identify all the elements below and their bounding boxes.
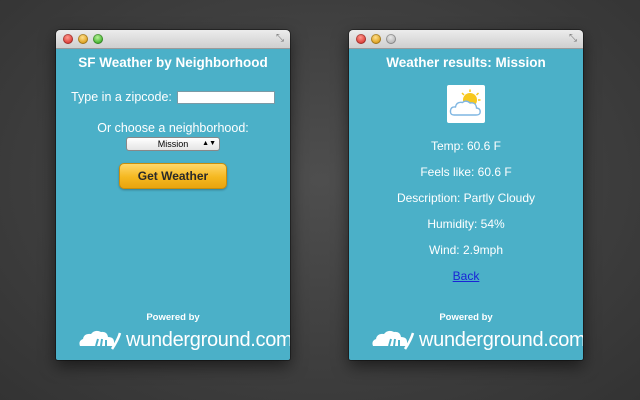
wunderground-logo: wunderground.com® <box>76 328 290 350</box>
zoom-window-button[interactable] <box>93 34 103 44</box>
zip-row: Type in a zipcode: <box>56 90 290 104</box>
description-value: Description: Partly Cloudy <box>396 191 536 205</box>
close-window-button[interactable] <box>63 34 73 44</box>
wunderground-cloud-icon <box>372 330 415 350</box>
resize-icon[interactable]: ⤡ <box>569 33 577 45</box>
feels-like-value: Feels like: 60.6 F <box>420 165 512 179</box>
resize-icon[interactable]: ⤡ <box>276 33 284 45</box>
window-titlebar[interactable]: ⤡ <box>56 30 290 49</box>
search-window: ⤡ SF Weather by Neighborhood Type in a z… <box>56 30 290 360</box>
results-title: Weather results: Mission <box>386 55 546 70</box>
results-panel: Weather results: Mission Temp: 60.6 F Fe… <box>349 49 583 360</box>
neighborhood-select[interactable]: Mission ▲▼ <box>126 137 220 151</box>
powered-by-label: Powered by <box>439 312 493 323</box>
window-titlebar[interactable]: ⤡ <box>349 30 583 49</box>
wunderground-wordmark: wunderground.com® <box>126 329 290 351</box>
humidity-value: Humidity: 54% <box>427 217 505 231</box>
page-title: SF Weather by Neighborhood <box>78 55 268 70</box>
search-panel: SF Weather by Neighborhood Type in a zip… <box>56 49 290 360</box>
get-weather-button[interactable]: Get Weather <box>119 163 227 189</box>
close-window-button[interactable] <box>356 34 366 44</box>
temp-value: Temp: 60.6 F <box>430 139 502 153</box>
neighborhood-selected-value: Mission <box>157 139 189 149</box>
minimize-window-button[interactable] <box>371 34 381 44</box>
zoom-window-button[interactable] <box>386 34 396 44</box>
wunderground-cloud-icon <box>79 330 122 350</box>
back-link[interactable]: Back <box>349 263 583 289</box>
minimize-window-button[interactable] <box>78 34 88 44</box>
powered-by-label: Powered by <box>146 312 200 323</box>
partly-cloudy-icon <box>447 85 485 123</box>
zip-label: Type in a zipcode: <box>71 90 172 104</box>
wunderground-wordmark: wunderground.com® <box>419 329 583 351</box>
zip-input[interactable] <box>176 90 275 104</box>
wunderground-logo: wunderground.com® <box>369 328 583 350</box>
select-arrows-icon: ▲▼ <box>202 140 216 147</box>
results-window: ⤡ Weather results: Mission Temp: 60.6 F … <box>349 30 583 360</box>
neighborhood-label: Or choose a neighborhood: <box>97 121 249 135</box>
wind-value: Wind: 2.9mph <box>428 243 504 257</box>
